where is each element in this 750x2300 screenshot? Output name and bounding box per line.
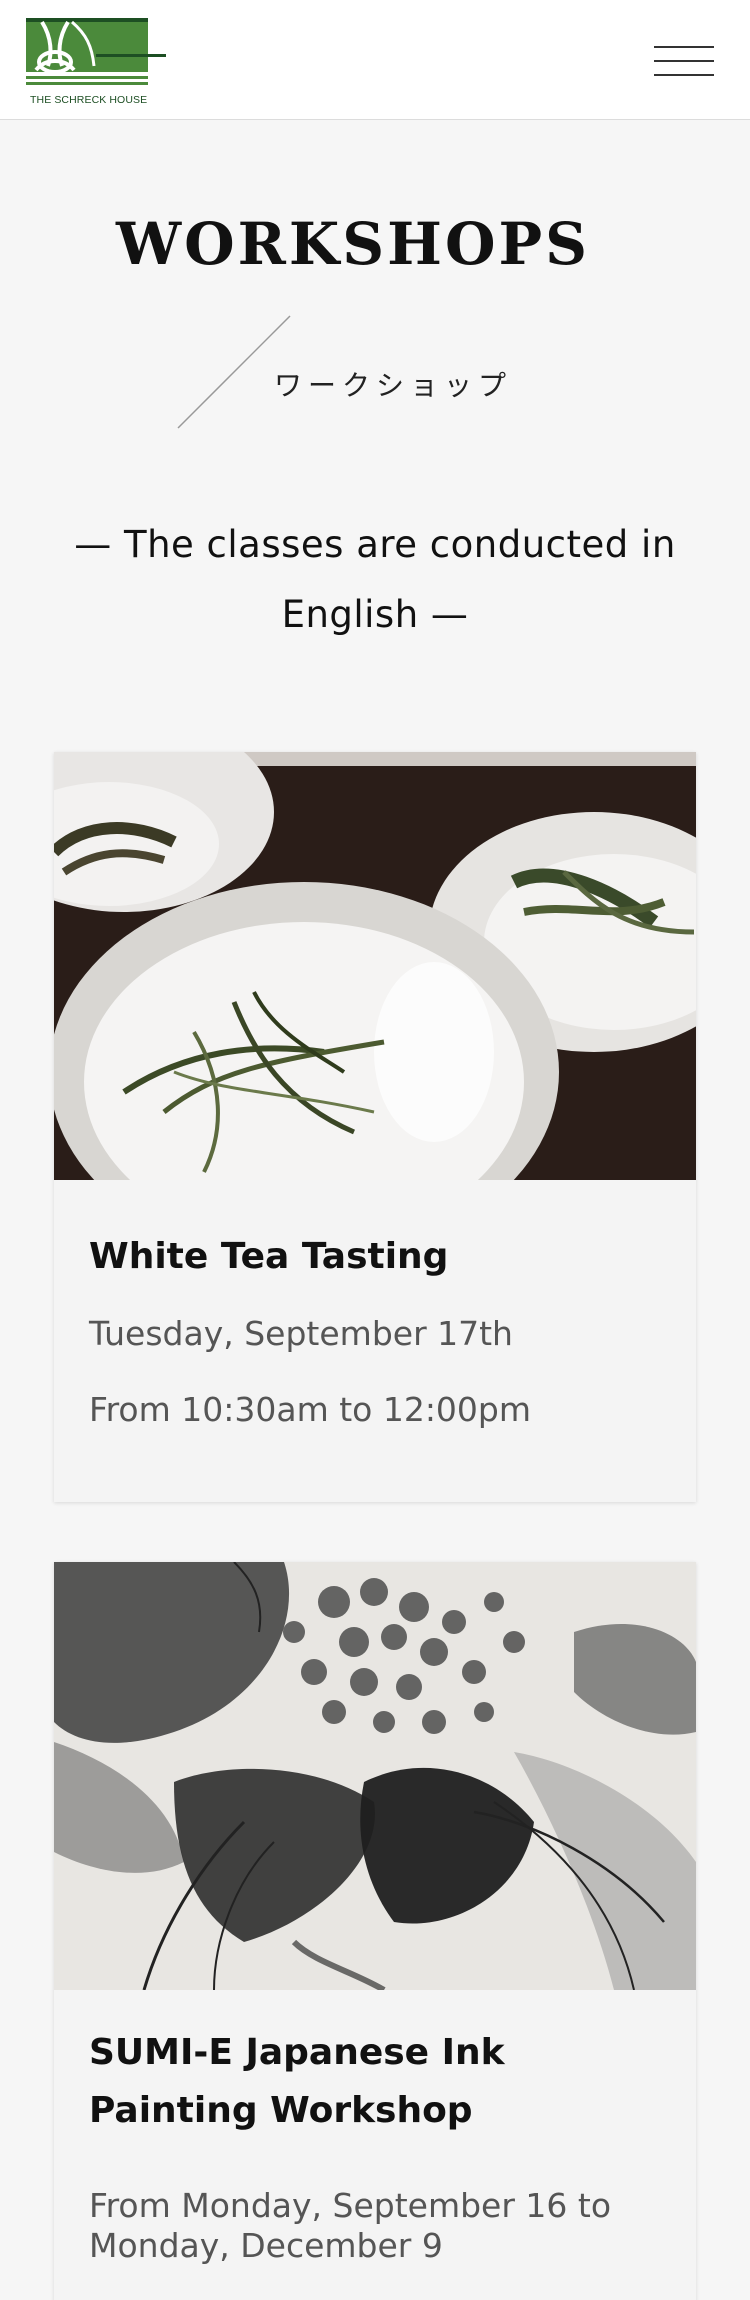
site-logo[interactable]: THE SCHRECK HOUSE (26, 18, 166, 108)
logo-icon (26, 18, 166, 85)
white-tea-image (54, 752, 696, 1180)
sumi-e-image (54, 1562, 696, 1990)
menu-line (654, 46, 714, 48)
workshop-title[interactable]: SUMI-E Japanese Ink Painting Workshop (89, 2024, 669, 2140)
workshop-card-sumi-e[interactable]: SUMI-E Japanese Ink Painting Workshop Fr… (54, 1562, 696, 2300)
hamburger-menu-icon[interactable] (648, 38, 718, 90)
workshop-date: Tuesday, September 17th (89, 1314, 513, 1353)
menu-line (654, 74, 714, 76)
page-title: WORKSHOPS (116, 210, 590, 278)
workshop-time: From 10:30am to 12:00pm (89, 1390, 532, 1429)
page-subtitle-japanese: ワークショップ (274, 369, 513, 402)
workshop-date: From Monday, September 16 to Monday, Dec… (89, 2186, 612, 2265)
logo-text: THE SCHRECK HOUSE (30, 94, 148, 106)
site-header: THE SCHRECK HOUSE (0, 0, 750, 120)
workshop-card-white-tea[interactable]: White Tea Tasting Tuesday, September 17t… (54, 752, 696, 1502)
workshop-title[interactable]: White Tea Tasting (89, 1228, 669, 1286)
menu-line (654, 60, 714, 62)
language-note: — The classes are conducted in English — (74, 523, 676, 636)
